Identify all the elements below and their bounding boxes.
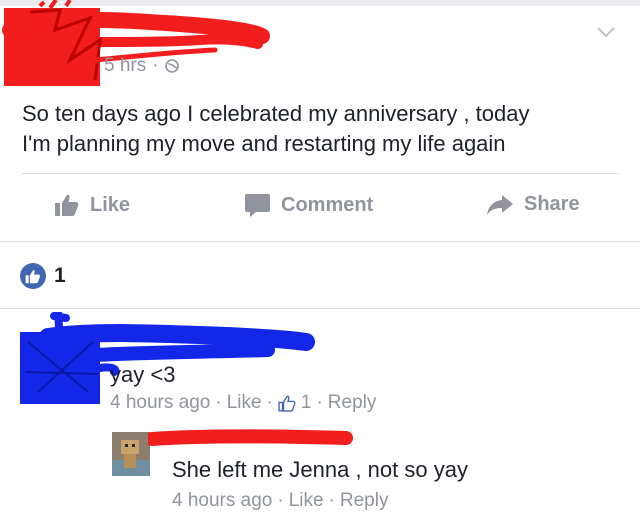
thumbs-up-icon xyxy=(55,194,79,216)
comment-2-text: She left me Jenna , not so yay xyxy=(172,457,468,482)
comments-divider xyxy=(0,308,640,309)
redacted-replier-name xyxy=(148,429,353,446)
comment-1-text: yay <3 xyxy=(110,362,176,387)
globe-icon[interactable] xyxy=(164,59,179,73)
comment-1-time[interactable]: 4 hours ago xyxy=(110,392,210,414)
comment-2-meta: 4 hours ago · Like · Reply xyxy=(172,490,388,512)
meta-separator: · xyxy=(152,55,159,76)
like-count: 1 xyxy=(54,264,66,287)
comment-2-sep-2: · xyxy=(328,490,335,511)
comment-2-sep-1: · xyxy=(277,490,284,511)
chevron-down-icon[interactable] xyxy=(594,22,618,42)
comment-2-like-link[interactable]: Like xyxy=(289,490,324,512)
comment-action-label: Comment xyxy=(281,194,374,216)
share-arrow-icon xyxy=(487,194,513,215)
speech-bubble-icon xyxy=(245,194,270,217)
comment-1-sep-3: · xyxy=(316,392,323,413)
reply-avatar[interactable] xyxy=(112,432,150,476)
comment-2-reply-link[interactable]: Reply xyxy=(340,490,389,512)
post-meta: 5 hrs · xyxy=(104,55,179,77)
like-action-label: Like xyxy=(90,193,131,216)
post-timestamp[interactable]: 5 hrs xyxy=(104,55,146,77)
like-bubble-icon xyxy=(20,263,46,289)
share-action-label: Share xyxy=(524,193,580,215)
share-action-button[interactable]: Share xyxy=(486,193,580,216)
comment-1-sep-1: · xyxy=(215,392,222,413)
comment-1-meta: 4 hours ago · Like · 1 · Reply xyxy=(110,392,376,414)
post-text: So ten days ago I celebrated my annivers… xyxy=(22,99,622,159)
comment-2-time[interactable]: 4 hours ago xyxy=(172,490,272,512)
comment-1-like-count[interactable]: 1 xyxy=(301,392,312,414)
comment-1-sep-2: · xyxy=(266,392,273,413)
comment-1-reply-link[interactable]: Reply xyxy=(328,392,377,414)
action-divider-bottom xyxy=(0,241,640,242)
post-text-line-1: So ten days ago I celebrated my annivers… xyxy=(22,101,530,126)
action-divider-top xyxy=(22,173,620,174)
like-action-button[interactable]: Like xyxy=(54,193,130,217)
like-summary[interactable]: 1 xyxy=(20,263,66,289)
thumbs-up-outline-icon xyxy=(278,395,296,412)
comment-action-button[interactable]: Comment xyxy=(244,193,373,218)
post-text-line-2: I'm planning my move and restarting my l… xyxy=(22,131,506,156)
comment-1-like-link[interactable]: Like xyxy=(227,392,262,414)
